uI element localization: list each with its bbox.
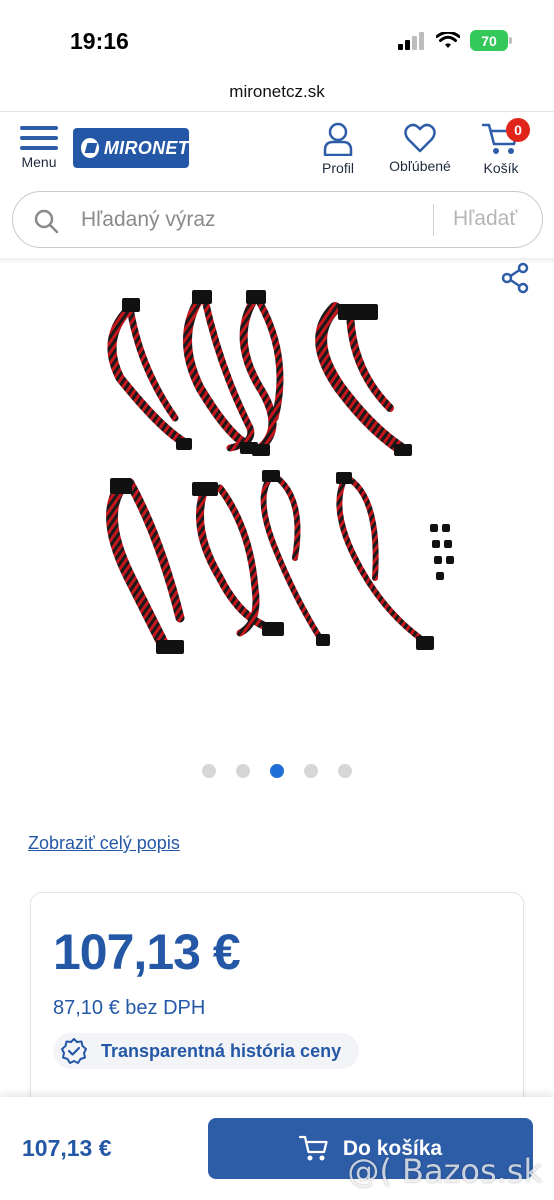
profile-button[interactable]: Profil <box>318 122 358 176</box>
search-icon <box>34 209 59 234</box>
logo-text: MIRONET <box>103 137 189 158</box>
status-time: 19:16 <box>70 28 129 54</box>
carousel-dot[interactable] <box>338 764 352 778</box>
sticky-price: 107,13 € <box>22 1135 112 1161</box>
status-bar: 19:16 70 <box>0 0 554 80</box>
product-price: 107,13 € <box>53 924 241 980</box>
favorites-button[interactable]: Obľúbené <box>384 122 456 174</box>
cart-button[interactable]: Košík 0 <box>480 118 530 176</box>
price-history-label: Transparentná história ceny <box>101 1040 342 1061</box>
price-card: 107,13 € 87,10 € bez DPH Transparentná h… <box>30 892 524 1132</box>
cart-count-badge: 0 <box>506 118 530 142</box>
heart-icon <box>404 123 436 153</box>
wifi-icon <box>436 31 460 48</box>
carousel-dot[interactable] <box>304 764 318 778</box>
verified-badge-icon <box>61 1038 87 1064</box>
site-logo[interactable]: MIRONET <box>73 128 189 168</box>
profile-label: Profil <box>322 160 354 176</box>
search-input[interactable] <box>81 192 421 247</box>
price-history-button[interactable]: Transparentná história ceny <box>53 1033 360 1069</box>
cart-icon <box>298 1135 328 1160</box>
menu-button[interactable]: Menu <box>18 126 60 178</box>
cart-label: Košík <box>483 160 519 176</box>
show-full-description-link[interactable]: Zobraziť celý popis <box>28 833 180 854</box>
price-without-vat: 87,10 € bez DPH <box>53 997 206 1019</box>
user-icon <box>323 122 353 156</box>
product-image[interactable] <box>80 278 480 668</box>
search-divider <box>433 204 434 236</box>
carousel-dot[interactable] <box>236 764 250 778</box>
url-bar[interactable]: mironetcz.sk <box>0 80 554 112</box>
search-bar: Hľadať <box>12 191 543 248</box>
carousel-dot[interactable] <box>202 764 216 778</box>
header-shadow <box>0 258 554 264</box>
search-button[interactable]: Hľadať <box>453 207 517 231</box>
favorites-label: Obľúbené <box>389 158 451 174</box>
bazos-watermark: @( Bazos.sk <box>347 1152 542 1190</box>
site-header: Menu MIRONET Profil Obľúbené Košík 0 <box>0 112 554 182</box>
carousel-dots <box>0 764 554 778</box>
signal-icon <box>398 31 424 50</box>
carousel-dot-active[interactable] <box>270 764 284 778</box>
logo-mark-icon <box>81 138 99 158</box>
menu-label: Menu <box>21 154 57 170</box>
battery-icon: 70 <box>470 30 512 51</box>
share-icon[interactable] <box>500 262 530 294</box>
hamburger-icon <box>20 126 58 150</box>
status-icons: 70 <box>398 30 512 51</box>
